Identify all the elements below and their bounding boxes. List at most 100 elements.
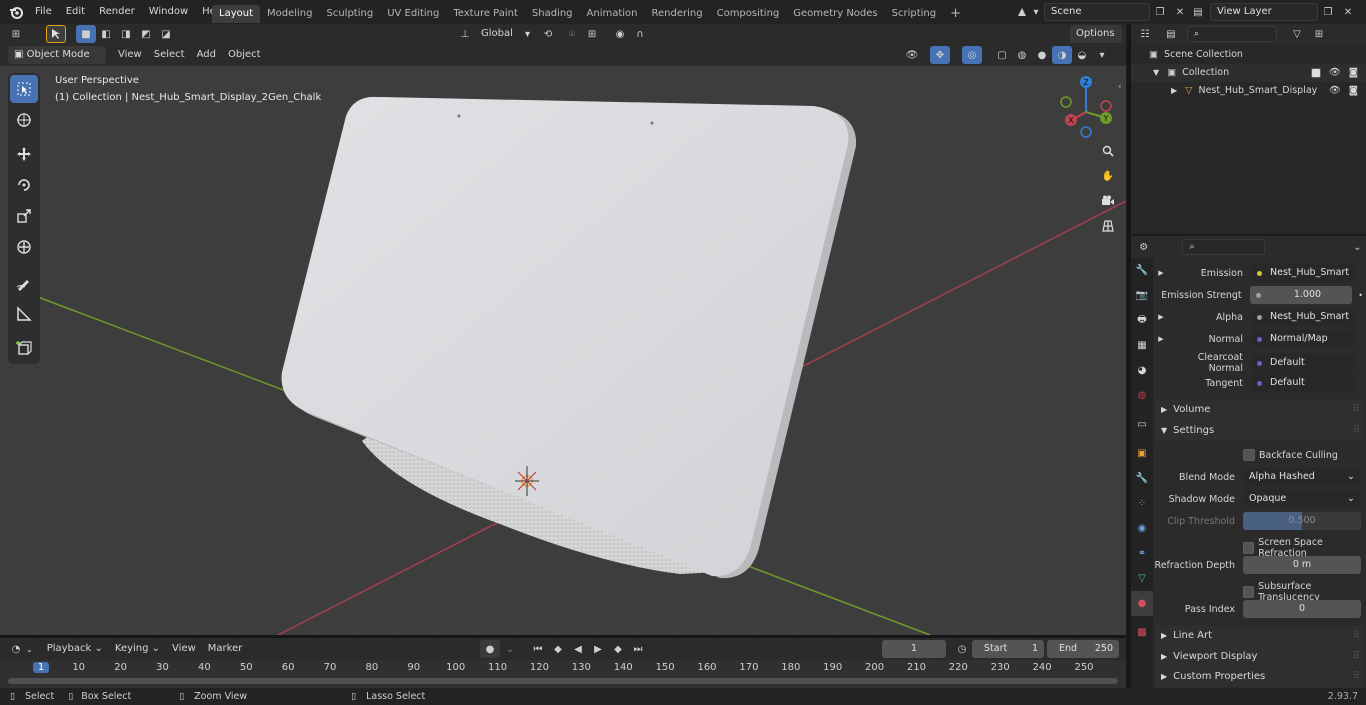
new-view-layer-icon[interactable]: ❐ <box>1318 3 1338 21</box>
tab-constraints-icon[interactable]: ⚭ <box>1131 541 1153 566</box>
scene-name-field[interactable]: Scene <box>1044 3 1150 21</box>
shading-options-icon[interactable]: ▾ <box>1092 46 1112 64</box>
material-preview-icon[interactable]: ◑ <box>1052 46 1072 64</box>
pass-index-field[interactable]: 0 <box>1243 600 1361 618</box>
delete-view-layer-icon[interactable]: ✕ <box>1338 3 1358 21</box>
subsurface-checkbox[interactable] <box>1243 586 1255 598</box>
socket-dot-icon[interactable] <box>1257 270 1262 276</box>
render-camera-icon[interactable]: ◙ <box>1349 82 1358 100</box>
falloff-icon[interactable]: ∩ <box>630 25 650 43</box>
select-extend-icon[interactable]: ◧ <box>96 25 116 43</box>
select-intersect-icon[interactable]: ◪ <box>156 25 176 43</box>
render-camera-icon[interactable]: ◙ <box>1349 64 1358 82</box>
outliner-scene-collection[interactable]: ▣ Scene Collection <box>1131 46 1366 64</box>
prev-keyframe-icon[interactable]: ◆ <box>548 640 568 658</box>
tab-data-icon[interactable]: ▽ <box>1131 566 1153 591</box>
shader-input-value[interactable]: Default <box>1251 374 1355 392</box>
select-invert-icon[interactable]: ◩ <box>136 25 156 43</box>
xray-icon[interactable]: ▢ <box>992 46 1012 64</box>
tab-scene-icon[interactable]: ◕ <box>1131 358 1153 383</box>
tab-output-icon[interactable]: 🖶 <box>1131 308 1153 333</box>
move-tool[interactable] <box>10 140 38 168</box>
tab-animation[interactable]: Animation <box>580 5 645 23</box>
options-dropdown[interactable]: Options <box>1070 25 1122 43</box>
tab-physics-icon[interactable]: ◉ <box>1131 516 1153 541</box>
snap-icon[interactable]: ⌾ <box>562 25 582 43</box>
socket-dot-icon[interactable] <box>1255 292 1261 298</box>
visibility-icon[interactable]: 👁 <box>902 46 922 64</box>
pivot-point-icon[interactable]: ⟲ <box>538 25 558 43</box>
chevron-down-icon[interactable]: ⌄ <box>1349 238 1366 256</box>
menu-window[interactable]: Window <box>142 0 195 24</box>
custom-properties-panel-header[interactable]: ▶ Custom Properties ⠿ <box>1155 667 1364 687</box>
settings-panel-header[interactable]: ▼ Settings ⠿ <box>1155 421 1364 441</box>
outliner-editor-icon[interactable]: ☷ <box>1135 25 1155 43</box>
drag-handle-icon[interactable]: ⠿ <box>1353 647 1360 667</box>
measure-tool[interactable] <box>10 300 38 328</box>
shader-input-value[interactable]: Default <box>1251 354 1355 372</box>
current-frame-field[interactable]: 1 <box>882 640 946 658</box>
preview-range-icon[interactable]: ◷ <box>952 640 972 658</box>
tab-rendering[interactable]: Rendering <box>645 5 710 23</box>
overlay-toggle-icon[interactable]: ◎ <box>962 46 982 64</box>
tab-scripting[interactable]: Scripting <box>885 5 943 23</box>
drag-handle-icon[interactable]: ⠿ <box>1353 421 1360 441</box>
viewport-menu-object[interactable]: Object <box>222 46 267 64</box>
tab-particles-icon[interactable]: ⁘ <box>1131 491 1153 516</box>
line-art-panel-header[interactable]: ▶ Line Art ⠿ <box>1155 626 1364 646</box>
new-scene-icon[interactable]: ❐ <box>1150 3 1170 21</box>
new-collection-icon[interactable]: ⊞ <box>1309 25 1329 43</box>
record-icon[interactable]: ● <box>480 640 500 658</box>
tab-collection-icon[interactable]: ▭ <box>1131 412 1153 437</box>
tab-texture-icon[interactable]: ▩ <box>1131 620 1153 645</box>
scale-tool[interactable] <box>10 202 38 230</box>
current-frame-marker[interactable]: 1 <box>33 662 49 673</box>
expand-arrow-icon[interactable]: ▶ <box>1153 335 1169 343</box>
add-cube-tool[interactable] <box>10 334 38 362</box>
delete-scene-icon[interactable]: ✕ <box>1170 3 1190 21</box>
tab-modeling[interactable]: Modeling <box>260 5 320 23</box>
tab-world-icon[interactable]: ◍ <box>1131 383 1153 408</box>
camera-view-icon[interactable] <box>1097 190 1119 212</box>
navigation-gizmo[interactable]: Z Y X <box>1050 72 1120 142</box>
viewport-display-panel-header[interactable]: ▶ Viewport Display ⠿ <box>1155 647 1364 667</box>
drag-handle-icon[interactable]: ⠿ <box>1353 400 1360 420</box>
menu-edit[interactable]: Edit <box>59 0 92 24</box>
play-icon[interactable]: ▶ <box>588 640 608 658</box>
socket-dot-icon[interactable] <box>1257 314 1262 320</box>
socket-dot-icon[interactable] <box>1257 380 1262 386</box>
timeline-menu-playback[interactable]: Playback ⌄ <box>41 640 109 658</box>
view-layer-field[interactable]: View Layer <box>1210 3 1318 21</box>
timeline-menu-view[interactable]: View <box>166 640 202 658</box>
jump-end-icon[interactable]: ⏭ <box>628 640 648 658</box>
tab-sculpting[interactable]: Sculpting <box>320 5 381 23</box>
annotate-tool[interactable] <box>10 269 38 297</box>
wireframe-shading-icon[interactable]: ◍ <box>1012 46 1032 64</box>
cursor-tool[interactable] <box>10 106 38 134</box>
select-subtract-icon[interactable]: ◨ <box>116 25 136 43</box>
volume-panel-header[interactable]: ▶ Volume ⠿ <box>1155 400 1364 420</box>
play-reverse-icon[interactable]: ◀ <box>568 640 588 658</box>
properties-editor-icon[interactable]: ⚙ <box>1135 238 1152 256</box>
pan-hand-icon[interactable]: ✋ <box>1097 165 1119 187</box>
scene-selector-icon[interactable] <box>1012 3 1032 21</box>
shader-input-value[interactable]: Normal/Map <box>1251 330 1355 348</box>
shader-input-value[interactable]: Nest_Hub_Smart_2G... <box>1251 264 1355 282</box>
select-tool-icon[interactable] <box>46 25 66 43</box>
expand-arrow-icon[interactable]: ▶ <box>1153 313 1169 321</box>
tab-render-icon[interactable]: 📷 <box>1131 283 1153 308</box>
snap-target-icon[interactable]: ⊞ <box>582 25 602 43</box>
tab-geometry-nodes[interactable]: Geometry Nodes <box>786 5 884 23</box>
tab-modifier-icon[interactable]: 🔧 <box>1131 466 1153 491</box>
select-new-icon[interactable]: ■ <box>76 25 96 43</box>
ssr-checkbox[interactable] <box>1243 542 1255 554</box>
refraction-depth-field[interactable]: 0 m <box>1243 556 1361 574</box>
proportional-edit-icon[interactable]: ◉ <box>610 25 630 43</box>
exclude-checkbox[interactable] <box>1310 68 1321 78</box>
drag-handle-icon[interactable]: ⠿ <box>1353 626 1360 646</box>
properties-search-input[interactable]: ⌕ <box>1182 239 1265 255</box>
display-mode-icon[interactable]: ▤ <box>1161 25 1181 43</box>
select-box-tool[interactable] <box>10 75 38 103</box>
gizmo-toggle-icon[interactable]: ✥ <box>930 46 950 64</box>
end-frame-field[interactable]: End 250 <box>1047 640 1119 658</box>
